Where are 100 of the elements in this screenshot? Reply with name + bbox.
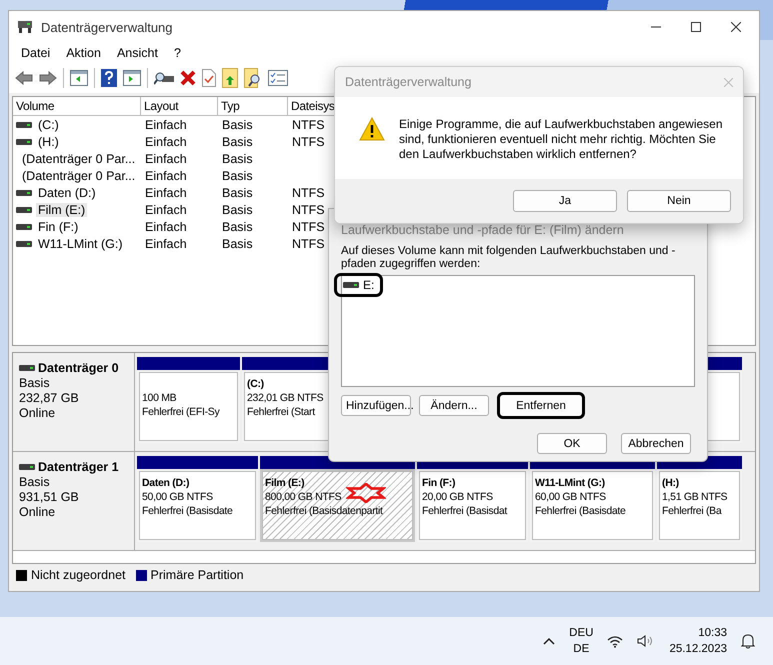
partition[interactable]: Daten (D:) 50,00 GB NTFS Fehlerfrei (Basisdate	[137, 469, 258, 542]
partition-label: (H:)	[662, 477, 680, 489]
partition-size: 50,00 GB NTFS	[142, 491, 214, 503]
properties-list-icon[interactable]	[268, 70, 288, 86]
dialog-title: Laufwerkbuchstabe und -pfade für E: (Film) ändern	[341, 223, 624, 237]
dialog-button[interactable]: Entfernen	[497, 392, 585, 419]
clock[interactable]: 10:33 25.12.2023	[669, 625, 727, 657]
menu-item[interactable]: Datei	[15, 46, 56, 60]
disk-size: 232,87 GB	[19, 391, 80, 405]
help-icon[interactable]	[101, 69, 117, 87]
path-item[interactable]: E:	[334, 273, 384, 297]
drive-icon	[16, 188, 32, 196]
table-cell: Einfach	[145, 118, 187, 132]
dialog-button[interactable]: Nein	[627, 190, 731, 212]
table-cell: NTFS	[292, 134, 325, 148]
column-header[interactable]: Layout	[141, 97, 218, 116]
dialog-message: Einige Programme, die auf Laufwerkbuchstaben angewiesen sind, funktionieren eventuell nicht mehr richtig. Möchten Sie den Laufwerkbuchstaben wirklich entfernen?	[399, 117, 723, 163]
back-arrow-icon[interactable]	[15, 71, 33, 85]
table-cell: NTFS	[292, 118, 325, 132]
partition-status: Fehlerfrei (Basisdatenpartit	[265, 505, 384, 517]
partition-label: Fin (F:)	[422, 477, 456, 489]
table-cell[interactable]: W11-LMint (G:)	[36, 236, 124, 250]
drive-icon	[16, 222, 32, 230]
partition-status: Fehlerfrei (Basisdat	[422, 505, 508, 517]
disk-size: 931,51 GB	[19, 490, 80, 504]
partition-label: Film (E:)	[265, 477, 306, 489]
partition[interactable]: 100 MB Fehlerfrei (EFI-Sy	[137, 370, 240, 443]
partition-status: Fehlerfrei (Ba	[662, 505, 723, 517]
table-cell[interactable]: (Datenträger 0 Par...	[20, 168, 138, 182]
table-cell[interactable]: (H:)	[36, 134, 61, 148]
column-header[interactable]: Typ	[218, 97, 288, 116]
table-cell: Einfach	[145, 202, 187, 216]
partition-status: Fehlerfrei (Basisdate	[535, 505, 627, 517]
partition[interactable]: W11-LMint (G:) 60,00 GB NTFS Fehlerfrei (Basisdate	[530, 469, 655, 542]
legend-label: Primäre Partition	[150, 568, 244, 582]
dialog-button[interactable]: Hinzufügen...	[341, 395, 411, 416]
table-cell: Basis	[222, 202, 253, 216]
partition-label: Daten (D:)	[142, 477, 190, 489]
table-cell: Einfach	[145, 152, 187, 166]
table-cell[interactable]: Daten (D:)	[36, 186, 98, 200]
menu-item[interactable]: Ansicht	[110, 46, 164, 60]
table-cell: Basis	[222, 220, 253, 234]
column-header[interactable]: Volume	[13, 97, 141, 116]
partition[interactable]: (H:) 1,51 GB NTFS Fehlerfrei (Ba	[657, 469, 742, 542]
disk-name: Datenträger 0	[38, 361, 119, 375]
partition-label: W11-LMint (G:)	[535, 477, 606, 489]
table-cell: NTFS	[292, 220, 325, 234]
disk-status: Online	[19, 406, 56, 420]
table-cell: Einfach	[145, 186, 187, 200]
checked-document-icon[interactable]	[202, 69, 216, 87]
table-cell: Einfach	[145, 168, 187, 182]
table-cell[interactable]: Fin (F:)	[36, 220, 80, 234]
wifi-icon[interactable]	[607, 634, 624, 648]
drive-icon	[16, 138, 32, 146]
console-tree-icon[interactable]	[70, 70, 88, 86]
disk-status: Online	[19, 505, 56, 519]
partition-status: Fehlerfrei (Basisdate	[142, 505, 234, 517]
forward-arrow-icon[interactable]	[39, 71, 57, 85]
menu-item[interactable]: ?	[168, 46, 187, 60]
drive-magnifier-icon[interactable]	[154, 71, 174, 85]
disk-drive-icon	[17, 20, 33, 34]
delete-icon[interactable]	[180, 70, 196, 86]
partition[interactable]: Film (E:) 800,00 GB NTFS Fehlerfrei (Basisdatenpartit	[260, 469, 415, 542]
close-icon[interactable]	[731, 22, 741, 32]
dialog-button[interactable]: Abbrechen	[621, 433, 691, 454]
dialog-button[interactable]: Ändern...	[419, 395, 489, 416]
menu-item[interactable]: Aktion	[60, 46, 107, 60]
table-cell: Basis	[222, 236, 253, 250]
warning-icon	[359, 117, 385, 141]
disk-type: Basis	[19, 376, 51, 390]
folder-search-icon[interactable]	[244, 68, 262, 88]
action-pane-icon[interactable]	[123, 70, 141, 86]
partition-size: 800,00 GB NTFS	[265, 491, 342, 503]
table-cell[interactable]: Film (E:)	[36, 202, 88, 216]
dialog-button[interactable]: Ja	[513, 190, 617, 212]
drive-icon	[16, 240, 32, 248]
table-cell: Einfach	[145, 220, 187, 234]
partition-size: 60,00 GB NTFS	[535, 491, 607, 503]
legend-label: Nicht zugeordnet	[31, 568, 126, 582]
folder-up-icon[interactable]	[222, 68, 238, 88]
table-cell: NTFS	[292, 186, 325, 200]
table-cell[interactable]: (Datenträger 0 Par...	[20, 152, 138, 166]
table-cell: NTFS	[292, 202, 325, 216]
table-cell: Basis	[222, 134, 253, 148]
drive-icon	[16, 206, 32, 214]
drive-icon	[343, 281, 359, 289]
partition-label: (C:)	[247, 378, 265, 390]
table-cell[interactable]: (C:)	[36, 118, 61, 132]
language-indicator[interactable]: DEU DE	[569, 625, 594, 657]
maximize-icon[interactable]	[691, 22, 701, 32]
bell-icon[interactable]	[741, 633, 755, 649]
partition[interactable]: Fin (F:) 20,00 GB NTFS Fehlerfrei (Basisdat	[417, 469, 528, 542]
table-cell: Basis	[222, 118, 253, 132]
table-cell: Basis	[222, 152, 253, 166]
window-title: Datenträgerverwaltung	[41, 20, 174, 34]
dialog-button[interactable]: OK	[537, 433, 607, 454]
chevron-up-icon[interactable]	[543, 637, 556, 645]
partition-size: 100 MB	[142, 392, 178, 404]
partition-status: Fehlerfrei (EFI-Sy	[142, 406, 221, 418]
table-cell: Einfach	[145, 134, 187, 148]
